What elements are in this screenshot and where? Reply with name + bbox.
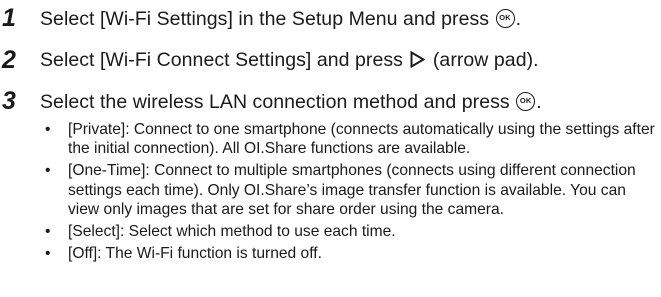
step-text-after: (arrow pad). (427, 49, 539, 71)
ok-icon-label: OK (499, 13, 511, 22)
list-item: • [Select]: Select which method to use e… (45, 222, 659, 241)
step-text: Select the wireless LAN connection metho… (40, 92, 542, 113)
step-number: 1 (2, 4, 16, 32)
list-item: • [One-Time]: Connect to multiple smartp… (45, 161, 659, 219)
step-text-before: Select [Wi-Fi Settings] in the Setup Men… (40, 8, 495, 30)
arrow-right-icon (410, 50, 426, 73)
list-item-text: [Off]: The Wi-Fi function is turned off. (68, 245, 322, 263)
bullet-marker: • (45, 162, 51, 180)
ok-icon-label: OK (519, 96, 532, 105)
step-number: 2 (2, 46, 16, 74)
list-item: • [Private]: Connect to one smartphone (… (45, 120, 659, 158)
bullet-marker: • (45, 245, 51, 263)
instruction-document: 1 Select [Wi-Fi Settings] in the Setup M… (0, 0, 661, 297)
bullet-marker: • (45, 121, 51, 138)
list-item-text: [Select]: Select which method to use eac… (68, 223, 396, 241)
step-text-before: Select [Wi-Fi Connect Settings] and pres… (40, 49, 409, 71)
ok-button-icon: OK (516, 92, 536, 111)
list-item-text: [Private]: Connect to one smartphone (co… (68, 121, 655, 158)
step-text-after: . (536, 91, 542, 113)
step-text-before: Select the wireless LAN connection metho… (40, 91, 516, 113)
step-number: 3 (2, 87, 16, 115)
list-item: • [Off]: The Wi-Fi function is turned of… (45, 244, 659, 263)
step-text: Select [Wi-Fi Connect Settings] and pres… (40, 49, 539, 73)
step-text: Select [Wi-Fi Settings] in the Setup Men… (40, 9, 521, 30)
bullet-marker: • (45, 223, 51, 241)
list-item-text: [One-Time]: Connect to multiple smartpho… (68, 162, 636, 218)
step-text-after: . (515, 8, 522, 30)
connection-method-list: • [Private]: Connect to one smartphone (… (45, 120, 659, 266)
ok-button-icon: OK (495, 9, 515, 28)
